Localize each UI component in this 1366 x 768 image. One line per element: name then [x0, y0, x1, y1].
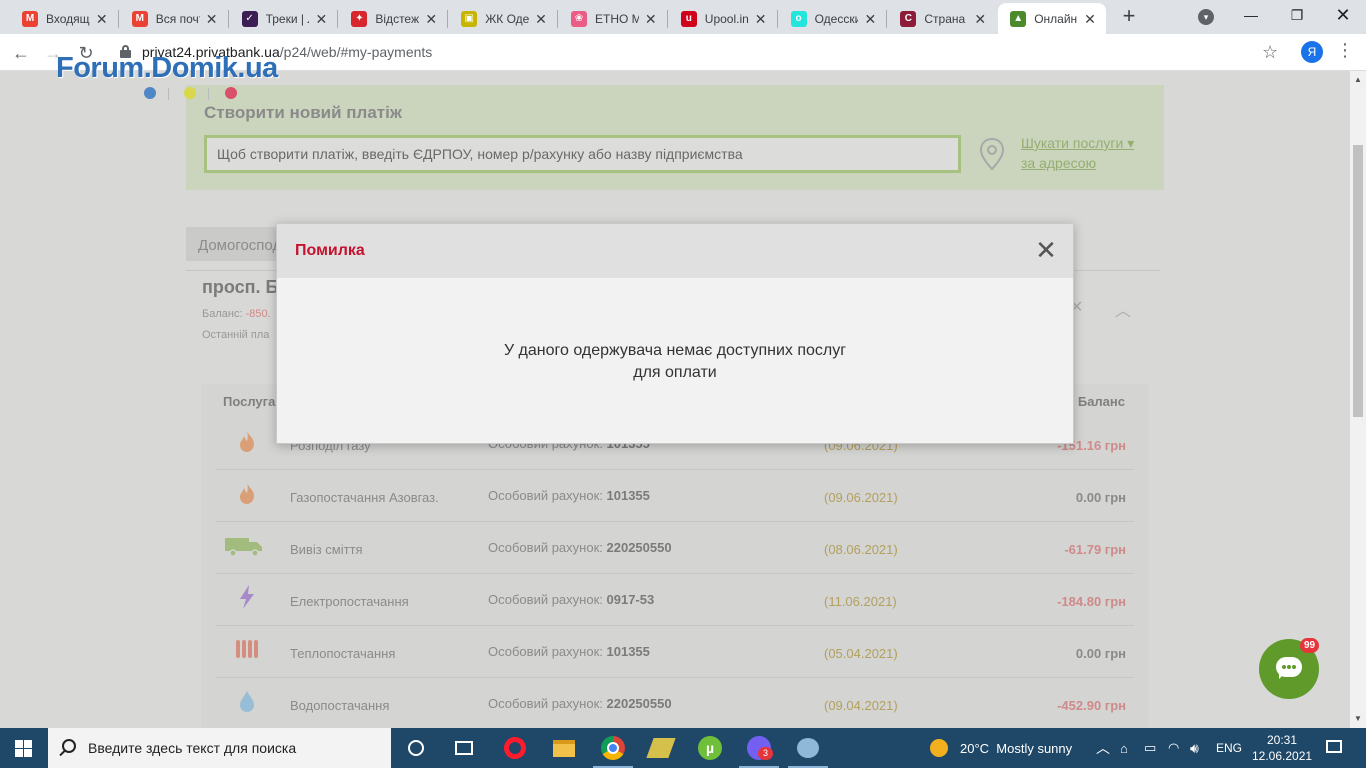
- browser-tab-title: Треки | Л: [265, 11, 310, 26]
- error-dialog: Помилка ✕ У даного одержувача немає дост…: [276, 223, 1074, 444]
- tab-close-icon[interactable]: ✕: [862, 11, 878, 27]
- tracker-icon: ✓: [241, 10, 258, 27]
- scrollbar-thumb[interactable]: [1353, 145, 1363, 417]
- browser-tab[interactable]: ▣ ЖК Оде ✕: [449, 3, 557, 34]
- novaposhta-icon: ✦: [351, 10, 368, 27]
- tab-strip: MВходящие✕MВся почта✕✓Треки | Л✕✦Відстеж…: [0, 0, 1366, 34]
- wifi-icon[interactable]: ◠: [1168, 728, 1179, 768]
- browser-tab-title: Вся почта: [155, 11, 200, 26]
- tab-search-icon[interactable]: ▾: [1198, 9, 1214, 25]
- tab-close-icon[interactable]: ✕: [753, 11, 769, 27]
- taskbar-search-box[interactable]: Введите здесь текст для поиска: [48, 728, 391, 768]
- browser-tab[interactable]: ✦ Відстеж ✕: [339, 3, 447, 34]
- scroll-down-arrow-icon[interactable]: ▼: [1350, 712, 1366, 726]
- restore-button[interactable]: ❐: [1274, 0, 1320, 30]
- watermark-dot-blue: [144, 87, 156, 99]
- cortana-icon[interactable]: [392, 728, 440, 768]
- tab-close-icon[interactable]: ✕: [533, 11, 549, 27]
- network-icon[interactable]: ⌂: [1120, 728, 1128, 768]
- chrome-icon[interactable]: [589, 728, 637, 768]
- close-dialog-icon[interactable]: ✕: [1035, 237, 1057, 263]
- back-button[interactable]: ←: [8, 40, 34, 66]
- browser-tab-title: ЖК Оде: [485, 11, 529, 26]
- windows-taskbar: Введите здесь текст для поиска µ 3 20°C …: [0, 728, 1366, 768]
- browser-tab[interactable]: ❀ ЕТНО Ма ✕: [559, 3, 667, 34]
- forum-watermark: Forum.Domik.ua: [56, 52, 278, 84]
- tab-separator: [337, 10, 339, 28]
- editor-app-icon[interactable]: [637, 728, 685, 768]
- olx-icon: o: [790, 10, 807, 27]
- tab-close-icon[interactable]: ✕: [972, 11, 988, 27]
- browser-tab-title: Страна: [924, 11, 966, 26]
- paint-icon[interactable]: [784, 728, 832, 768]
- file-explorer-icon[interactable]: [540, 728, 588, 768]
- bookmark-star-icon[interactable]: ☆: [1262, 42, 1278, 63]
- tab-close-icon[interactable]: ✕: [643, 11, 659, 27]
- error-dialog-title: Помилка: [295, 242, 365, 259]
- privat24-icon: ▲: [1010, 10, 1027, 27]
- utorrent-icon[interactable]: µ: [686, 728, 734, 768]
- upool-icon: u: [680, 10, 697, 27]
- tab-separator: [117, 10, 119, 28]
- page-scrollbar[interactable]: ▲ ▼: [1350, 71, 1366, 728]
- browser-tab[interactable]: ✓ Треки | Л✕: [230, 3, 338, 34]
- browser-tab-title: Онлайн: [1034, 11, 1078, 26]
- show-hidden-icons-chevron-icon[interactable]: ︿: [1096, 728, 1110, 768]
- scroll-up-arrow-icon[interactable]: ▲: [1350, 73, 1366, 87]
- browser-tab-title: Відстеж: [375, 11, 419, 26]
- browser-tab-title: Одесски: [814, 11, 859, 26]
- browser-tab-title: ЕТНО Ма: [595, 11, 639, 26]
- error-dialog-message: У даного одержувача немає доступних посл…: [503, 342, 847, 381]
- tab-close-icon[interactable]: ✕: [94, 11, 110, 27]
- viber-icon[interactable]: 3: [735, 728, 783, 768]
- search-icon: [62, 739, 76, 753]
- browser-menu-icon[interactable]: ⋮: [1336, 40, 1354, 61]
- address-bar[interactable]: privat24.privatbank.ua/p24/web/#my-payme…: [108, 38, 1292, 66]
- watermark-dot-red: [225, 87, 237, 99]
- windows-start-icon[interactable]: [15, 740, 32, 757]
- tab-close-icon[interactable]: ✕: [1082, 11, 1098, 27]
- tab-separator: [557, 10, 558, 28]
- taskbar-clock[interactable]: 20:31 12.06.2021: [1252, 732, 1312, 764]
- weather-sun-icon: [930, 739, 948, 757]
- close-window-button[interactable]: ✕: [1320, 0, 1366, 30]
- language-indicator[interactable]: ENG: [1216, 728, 1242, 768]
- error-dialog-header: Помилка ✕: [277, 224, 1073, 278]
- battery-icon[interactable]: ▭: [1144, 728, 1156, 768]
- browser-tab[interactable]: ▲ Онлайн ✕: [998, 3, 1106, 34]
- notifications-icon[interactable]: [1326, 740, 1342, 753]
- browser-tab[interactable]: M Входящие ✕: [10, 3, 118, 34]
- browser-tab[interactable]: o Одесски ✕: [779, 3, 887, 34]
- opera-icon[interactable]: [491, 728, 539, 768]
- tab-separator: [886, 10, 888, 28]
- tab-separator: [447, 10, 449, 28]
- browser-tab[interactable]: C Страна ✕: [888, 3, 996, 34]
- task-view-icon[interactable]: [440, 728, 488, 768]
- weather-widget[interactable]: 20°C Mostly sunny: [930, 728, 1072, 768]
- gmail-icon: M: [131, 10, 148, 27]
- tab-separator: [776, 10, 778, 28]
- tab-close-icon[interactable]: ✕: [423, 11, 439, 27]
- browser-tab[interactable]: M Вся почта ✕: [120, 3, 228, 34]
- profile-avatar[interactable]: Я: [1301, 41, 1323, 63]
- watermark-dot-yellow: [184, 87, 196, 99]
- flower-icon: ❀: [571, 10, 587, 27]
- tab-close-icon[interactable]: ✕: [204, 11, 220, 27]
- strana-icon: C: [900, 10, 917, 27]
- tab-separator: [227, 10, 229, 28]
- tab-separator: [666, 10, 668, 28]
- minimize-button[interactable]: —: [1228, 0, 1274, 30]
- browser-tab[interactable]: u Upool.in ✕: [669, 3, 777, 34]
- page-viewport: Створити новий платіж Шукати послуги ▾ з…: [0, 71, 1350, 728]
- new-tab-button[interactable]: +: [1118, 5, 1140, 28]
- volume-icon[interactable]: 🔊︎: [1190, 728, 1199, 768]
- building-icon: ▣: [461, 10, 478, 27]
- browser-tab-title: Входящие: [46, 11, 90, 26]
- taskbar-search-placeholder: Введите здесь текст для поиска: [88, 740, 297, 756]
- chat-unread-badge: 99: [1300, 638, 1319, 653]
- browser-tab-title: Upool.in: [704, 11, 749, 26]
- gmail-icon: M: [22, 10, 38, 27]
- tab-close-icon[interactable]: ✕: [313, 11, 329, 27]
- viber-badge: 3: [758, 747, 773, 760]
